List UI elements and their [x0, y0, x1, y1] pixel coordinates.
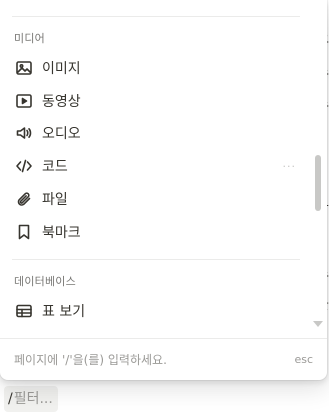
menu-item-label: 북마크 [42, 225, 81, 241]
footer-hint: 페이지에 '/'을(를) 입력하세요. [14, 353, 167, 367]
menu-item-code[interactable]: 코드 ··· [4, 151, 302, 181]
menu-item-image[interactable]: 이미지 [4, 53, 302, 83]
filter-placeholder: 필터... [13, 391, 53, 407]
menu-item-label: 코드 [42, 159, 68, 175]
menu-item-label: 표 보기 [42, 304, 86, 320]
menu-item-label: 오디오 [42, 126, 81, 142]
bookmark-icon [14, 222, 34, 242]
esc-label[interactable]: esc [294, 353, 313, 366]
scroll-down-arrow-icon[interactable] [313, 321, 323, 327]
menu-item-bookmark[interactable]: 북마크 [4, 217, 302, 247]
paperclip-icon [14, 189, 34, 209]
scrollbar-thumb[interactable] [315, 155, 321, 211]
page: 오 로 르 공 르 을 /필터... 미디어 이미지 동영상 오디오 [0, 0, 329, 413]
menu-footer: 페이지에 '/'을(를) 입력하세요. esc [0, 338, 327, 380]
image-icon [14, 58, 34, 78]
section-label-media: 미디어 [14, 32, 45, 45]
menu-item-table-view[interactable]: 표 보기 [4, 296, 302, 326]
more-dots-icon[interactable]: ··· [283, 160, 297, 173]
speaker-icon [14, 123, 34, 143]
menu-item-label: 이미지 [42, 61, 81, 77]
filter-input[interactable]: /필터... [4, 386, 58, 412]
divider [12, 16, 300, 17]
code-icon [14, 156, 34, 176]
section-label-database: 데이터베이스 [14, 275, 76, 288]
menu-item-audio[interactable]: 오디오 [4, 118, 302, 148]
menu-item-video[interactable]: 동영상 [4, 86, 302, 116]
filter-caret: / [8, 391, 13, 407]
menu-item-label: 동영상 [42, 94, 81, 110]
menu-item-label: 파일 [42, 192, 68, 208]
video-icon [14, 91, 34, 111]
table-icon [14, 301, 34, 321]
menu-item-file[interactable]: 파일 [4, 184, 302, 214]
divider [12, 259, 300, 260]
slash-command-menu: 미디어 이미지 동영상 오디오 코드 ··· 파일 북마크 데이터베이스 표 보… [0, 0, 327, 380]
